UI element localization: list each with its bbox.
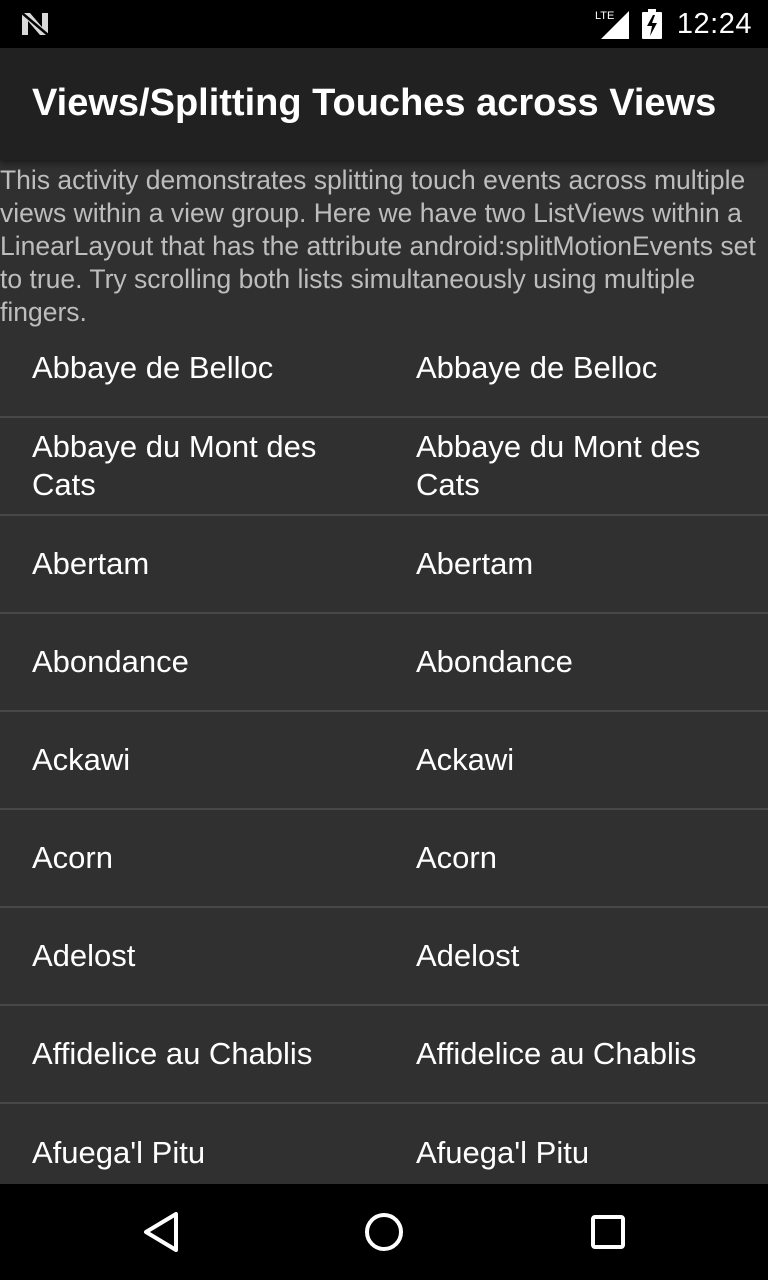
list-item[interactable]: Afuega'l Pitu	[0, 1104, 384, 1184]
list-item-label: Afuega'l Pitu	[416, 1135, 590, 1170]
list-item[interactable]: Abertam	[384, 516, 768, 614]
app-bar: Views/Splitting Touches across Views	[0, 48, 768, 160]
list-item[interactable]: Ackawi	[384, 712, 768, 810]
list-item[interactable]: Abbaye de Belloc	[0, 328, 384, 418]
list-item[interactable]: Abbaye de Belloc	[384, 328, 768, 418]
list-item-label: Ackawi	[32, 742, 131, 777]
list-item[interactable]: Abondance	[384, 614, 768, 712]
list-item[interactable]: Abertam	[0, 516, 384, 614]
list-item[interactable]: Abbaye du Mont des Cats	[384, 418, 768, 516]
n-logo-icon	[21, 12, 49, 36]
list-item-label: Abertam	[416, 546, 534, 581]
list-item-label: Abbaye du Mont des Cats	[416, 429, 701, 502]
list-item[interactable]: Adelost	[384, 908, 768, 1006]
list-item[interactable]: Adelost	[0, 908, 384, 1006]
list-item-label: Acorn	[32, 840, 113, 875]
split-lists-container: Abbaye de Belloc Abbaye du Mont des Cats…	[0, 328, 768, 1184]
list-item[interactable]: Acorn	[0, 810, 384, 908]
list-item[interactable]: Abondance	[0, 614, 384, 712]
list-item-label: Abbaye de Belloc	[32, 350, 274, 385]
battery-charging-icon	[641, 9, 662, 39]
list-item-label: Abbaye de Belloc	[416, 350, 658, 385]
list-item-label: Adelost	[32, 938, 136, 973]
list-item-label: Abertam	[32, 546, 150, 581]
list-item-label: Abondance	[32, 644, 189, 679]
left-list-view[interactable]: Abbaye de Belloc Abbaye du Mont des Cats…	[0, 328, 384, 1184]
network-type-label: LTE	[595, 10, 614, 22]
content-area: This activity demonstrates splitting tou…	[0, 160, 768, 1184]
status-bar: LTE 12:24	[0, 0, 768, 48]
status-icons: LTE 12:24	[595, 0, 752, 48]
list-item-label: Afuega'l Pitu	[32, 1135, 206, 1170]
list-item[interactable]: Ackawi	[0, 712, 384, 810]
home-circle-icon[interactable]	[358, 1206, 410, 1258]
list-item-label: Acorn	[416, 840, 497, 875]
list-item-label: Abondance	[416, 644, 573, 679]
list-item-label: Abbaye du Mont des Cats	[32, 429, 317, 502]
back-triangle-icon[interactable]	[134, 1206, 186, 1258]
list-item[interactable]: Affidelice au Chablis	[384, 1006, 768, 1104]
description-text: This activity demonstrates splitting tou…	[0, 165, 756, 327]
list-item-label: Affidelice au Chablis	[416, 1036, 697, 1071]
cell-signal-icon: LTE	[595, 10, 629, 39]
list-item-label: Ackawi	[416, 742, 515, 777]
list-item[interactable]: Abbaye du Mont des Cats	[0, 418, 384, 516]
list-item-label: Affidelice au Chablis	[32, 1036, 313, 1071]
list-item[interactable]: Afuega'l Pitu	[384, 1104, 768, 1184]
list-item[interactable]: Acorn	[384, 810, 768, 908]
right-list-view[interactable]: Abbaye de Belloc Abbaye du Mont des Cats…	[384, 328, 768, 1184]
navigation-bar	[0, 1184, 768, 1280]
page-title: Views/Splitting Touches across Views	[32, 82, 717, 124]
status-clock: 12:24	[676, 7, 752, 40]
list-item[interactable]: Affidelice au Chablis	[0, 1006, 384, 1104]
list-item-label: Adelost	[416, 938, 520, 973]
recents-square-icon[interactable]	[582, 1206, 634, 1258]
